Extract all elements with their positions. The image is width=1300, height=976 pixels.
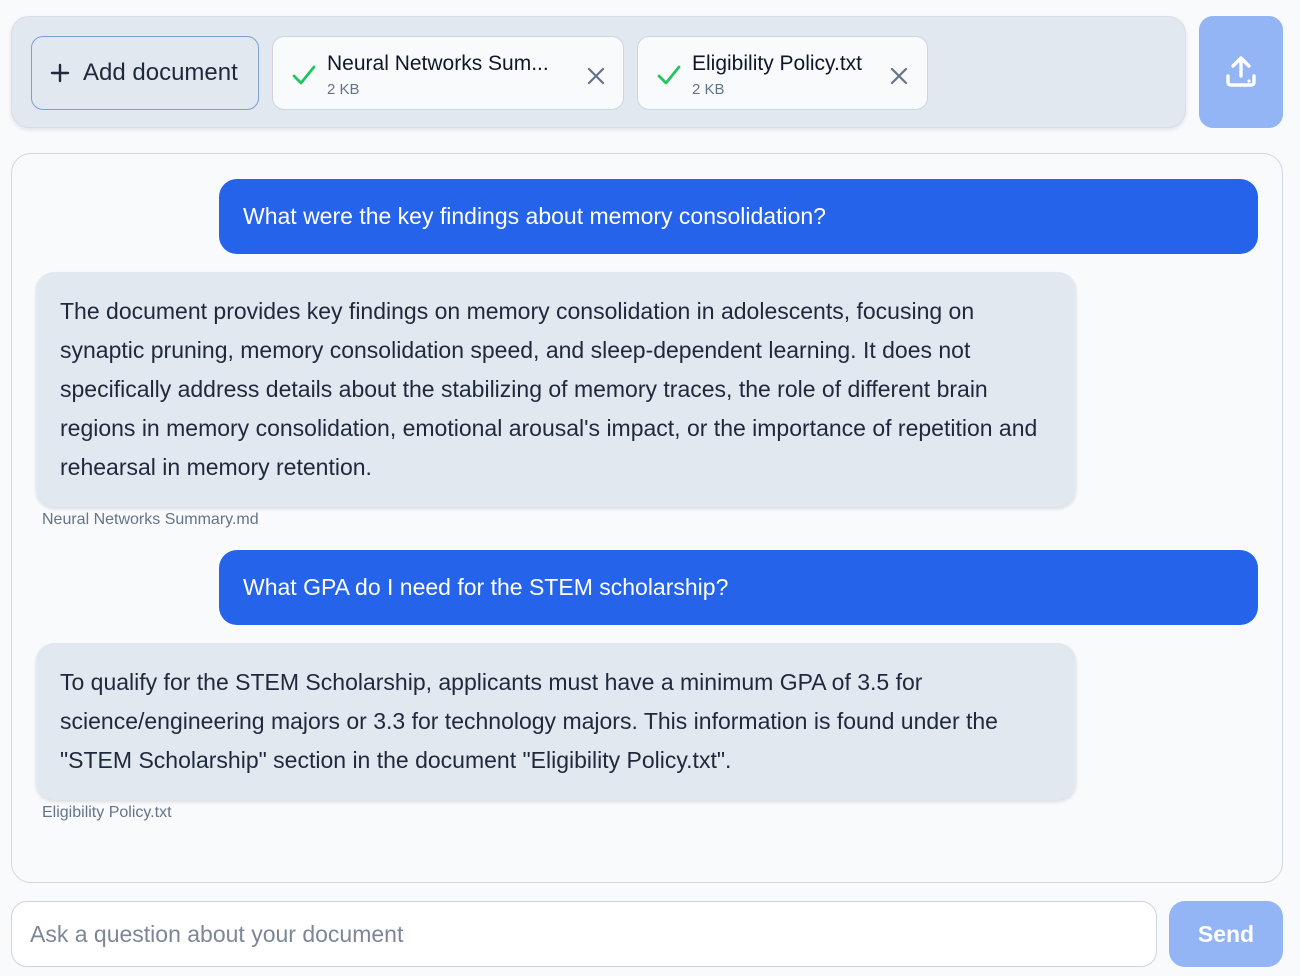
document-size: 2 KB — [327, 81, 360, 98]
chat-panel: What were the key findings about memory … — [11, 153, 1283, 883]
user-message: What GPA do I need for the STEM scholars… — [219, 550, 1258, 625]
document-name: Neural Networks Sum... — [327, 52, 549, 75]
assistant-message: The document provides key findings on me… — [36, 272, 1076, 507]
document-chip: Eligibility Policy.txt 2 KB — [637, 36, 928, 110]
assistant-message: To qualify for the STEM Scholarship, app… — [36, 643, 1076, 800]
send-button[interactable]: Send — [1169, 901, 1283, 967]
close-icon[interactable] — [890, 67, 908, 85]
upload-icon — [1226, 56, 1256, 87]
add-document-label: Add document — [83, 59, 238, 86]
documents-bar: Add document Neural Networks Sum... 2 KB… — [11, 16, 1186, 128]
add-document-button[interactable]: Add document — [31, 36, 259, 110]
plus-icon — [50, 63, 70, 83]
document-chip: Neural Networks Sum... 2 KB — [272, 36, 624, 110]
user-message: What were the key findings about memory … — [219, 179, 1258, 254]
upload-button[interactable] — [1199, 16, 1283, 128]
check-icon — [657, 65, 681, 85]
send-label: Send — [1197, 920, 1255, 947]
source-label: Eligibility Policy.txt — [42, 804, 172, 821]
question-input[interactable] — [11, 901, 1157, 967]
close-icon[interactable] — [587, 67, 605, 85]
assistant-message-text: The document provides key findings on me… — [60, 298, 1038, 480]
document-name: Eligibility Policy.txt — [692, 52, 862, 75]
source-label: Neural Networks Summary.md — [42, 511, 259, 528]
check-icon — [292, 65, 316, 85]
document-size: 2 KB — [692, 81, 725, 98]
assistant-message-text: To qualify for the STEM Scholarship, app… — [60, 669, 998, 773]
